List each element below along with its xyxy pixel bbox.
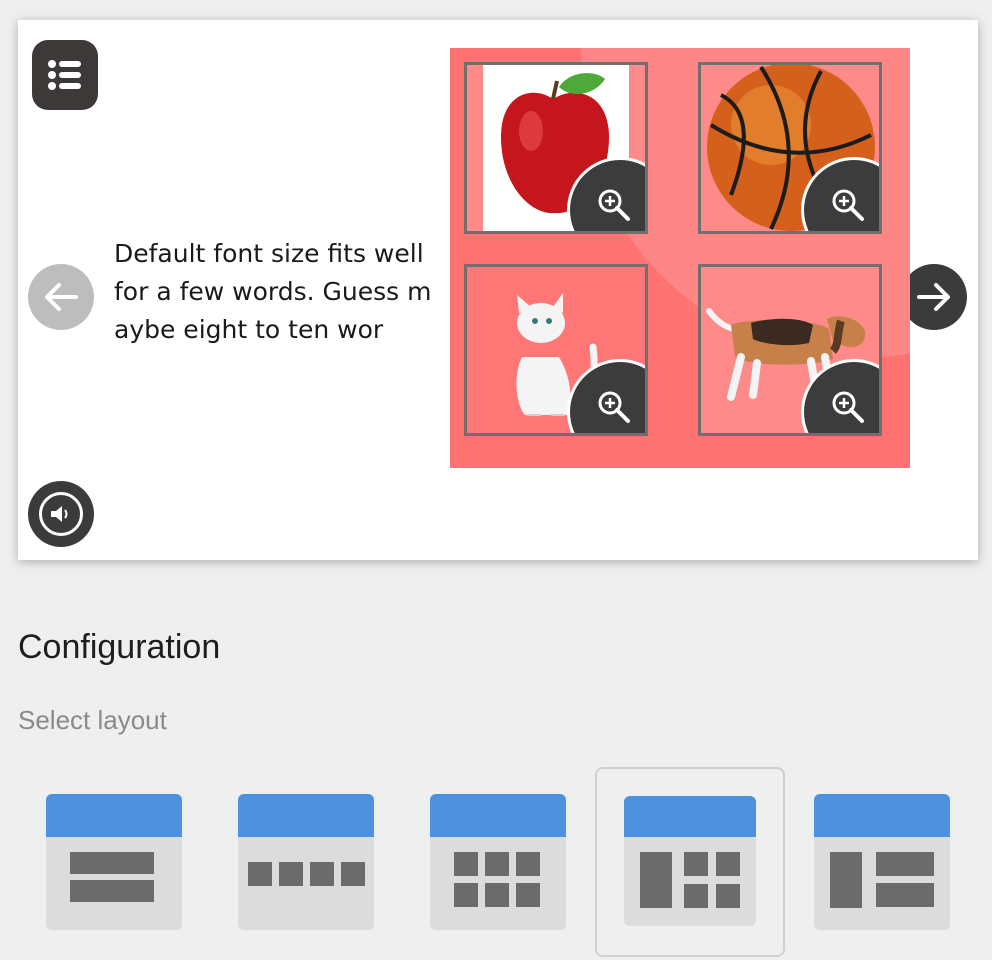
menu-button[interactable]	[32, 40, 98, 110]
layout-option-four-columns[interactable]	[238, 794, 374, 930]
layout-block	[684, 852, 708, 876]
speaker-replay-icon	[39, 492, 83, 536]
layout-block	[341, 862, 365, 886]
activity-card: Default font size fits well for a few wo…	[18, 20, 978, 560]
layout-block	[830, 852, 862, 908]
layout-block	[310, 862, 334, 886]
zoom-in-icon	[832, 189, 864, 221]
grid-item-apple[interactable]	[464, 62, 648, 234]
layout-block	[640, 852, 672, 908]
config-title: Configuration	[18, 628, 221, 666]
grid-item-dog[interactable]	[698, 264, 882, 436]
previous-button[interactable]	[28, 264, 94, 330]
layout-block	[70, 880, 154, 902]
layout-header-bar	[46, 794, 182, 837]
list-icon	[48, 60, 81, 90]
grid-item-basketball[interactable]	[698, 62, 882, 234]
layout-block	[716, 884, 740, 908]
grid-item-cat[interactable]	[464, 264, 648, 436]
layout-block	[454, 852, 478, 876]
layout-block	[248, 862, 272, 886]
layout-block	[876, 852, 934, 876]
layout-block	[279, 862, 303, 886]
layout-option-side-plus-grid[interactable]	[624, 796, 756, 926]
layout-header-bar	[814, 794, 950, 837]
arrow-right-icon	[917, 283, 950, 311]
layout-option-two-rows[interactable]	[46, 794, 182, 930]
layout-block	[876, 883, 934, 907]
layout-option-two-by-three-grid[interactable]	[430, 794, 566, 930]
prompt-text: Default font size fits well for a few wo…	[114, 239, 432, 344]
layout-option-side-plus-rows[interactable]	[814, 794, 950, 930]
layout-block	[70, 852, 154, 874]
layout-block	[716, 852, 740, 876]
audio-button[interactable]	[28, 481, 94, 547]
image-grid	[450, 48, 910, 468]
layout-header-bar	[430, 794, 566, 837]
config-subtitle: Select layout	[18, 705, 167, 735]
layout-block	[516, 883, 540, 907]
arrow-left-icon	[45, 283, 78, 311]
layout-header-bar	[624, 796, 756, 837]
next-button[interactable]	[901, 264, 967, 330]
zoom-in-icon	[598, 391, 630, 423]
layout-header-bar	[238, 794, 374, 837]
zoom-in-icon	[832, 391, 864, 423]
zoom-in-icon	[598, 189, 630, 221]
layout-block	[516, 852, 540, 876]
layout-block	[485, 883, 509, 907]
layout-block	[684, 884, 708, 908]
layout-block	[485, 852, 509, 876]
layout-block	[454, 883, 478, 907]
